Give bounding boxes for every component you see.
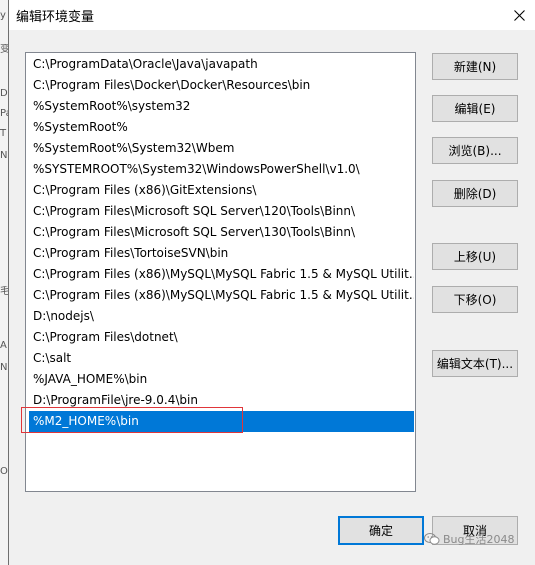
background-char: O bbox=[0, 466, 8, 477]
list-item[interactable]: C:\Program Files\Docker\Docker\Resources… bbox=[29, 75, 414, 96]
move-down-button[interactable]: 下移(O) bbox=[432, 286, 518, 313]
wechat-icon bbox=[424, 533, 440, 545]
list-item-selected[interactable]: %M2_HOME%\bin bbox=[29, 411, 414, 432]
watermark-text: Bug生活2048 bbox=[443, 533, 515, 546]
dialog-title: 编辑环境变量 bbox=[16, 10, 95, 25]
ok-button[interactable]: 确定 bbox=[338, 516, 424, 545]
close-icon bbox=[513, 9, 525, 21]
delete-button[interactable]: 删除(D) bbox=[432, 180, 518, 207]
background-char: 变 bbox=[0, 44, 8, 55]
list-item[interactable]: C:\ProgramData\Oracle\Java\javapath bbox=[29, 54, 414, 75]
edit-environment-variable-dialog: 编辑环境变量 C:\ProgramData\Oracle\Java\javapa… bbox=[8, 0, 535, 565]
background-char: N bbox=[0, 362, 8, 373]
list-item[interactable]: C:\salt bbox=[29, 348, 414, 369]
path-list[interactable]: C:\ProgramData\Oracle\Java\javapath C:\P… bbox=[25, 52, 416, 492]
list-item[interactable]: C:\Program Files (x86)\GitExtensions\ bbox=[29, 180, 414, 201]
list-item[interactable]: C:\Program Files\TortoiseSVN\bin bbox=[29, 243, 414, 264]
background-char: A bbox=[0, 340, 7, 351]
list-item[interactable]: D:\nodejs\ bbox=[29, 306, 414, 327]
screen: y 变 D Pa T N 毛 A N O 编辑环境变量 C:\ProgramDa… bbox=[0, 0, 535, 565]
edit-text-button[interactable]: 编辑文本(T)... bbox=[432, 350, 518, 377]
background-char: y bbox=[0, 10, 6, 21]
title-bar[interactable]: 编辑环境变量 bbox=[9, 0, 535, 30]
list-item[interactable]: %JAVA_HOME%\bin bbox=[29, 369, 414, 390]
background-char: T bbox=[0, 128, 7, 139]
list-item[interactable]: C:\Program Files (x86)\MySQL\MySQL Fabri… bbox=[29, 285, 414, 306]
list-item[interactable]: C:\Program Files\Microsoft SQL Server\12… bbox=[29, 201, 414, 222]
background-char: N bbox=[0, 150, 8, 161]
list-item[interactable]: %SYSTEMROOT%\System32\WindowsPowerShell\… bbox=[29, 159, 414, 180]
list-item[interactable]: C:\Program Files (x86)\MySQL\MySQL Fabri… bbox=[29, 264, 414, 285]
watermark: Bug生活2048 bbox=[424, 530, 515, 548]
list-item[interactable]: %SystemRoot% bbox=[29, 117, 414, 138]
list-item[interactable]: C:\Program Files\dotnet\ bbox=[29, 327, 414, 348]
list-item[interactable]: D:\ProgramFile\jre-9.0.4\bin bbox=[29, 390, 414, 411]
list-item[interactable]: C:\Program Files\Microsoft SQL Server\13… bbox=[29, 222, 414, 243]
background-char: D bbox=[0, 88, 8, 99]
list-item[interactable]: %SystemRoot%\system32 bbox=[29, 96, 414, 117]
close-button[interactable] bbox=[502, 0, 535, 30]
browse-button[interactable]: 浏览(B)... bbox=[432, 137, 518, 164]
background-char: Pa bbox=[0, 108, 8, 119]
edit-button[interactable]: 编辑(E) bbox=[432, 95, 518, 122]
background-char: 毛 bbox=[0, 286, 8, 297]
move-up-button[interactable]: 上移(U) bbox=[432, 243, 518, 270]
new-button[interactable]: 新建(N) bbox=[432, 53, 518, 80]
list-item[interactable]: %SystemRoot%\System32\Wbem bbox=[29, 138, 414, 159]
